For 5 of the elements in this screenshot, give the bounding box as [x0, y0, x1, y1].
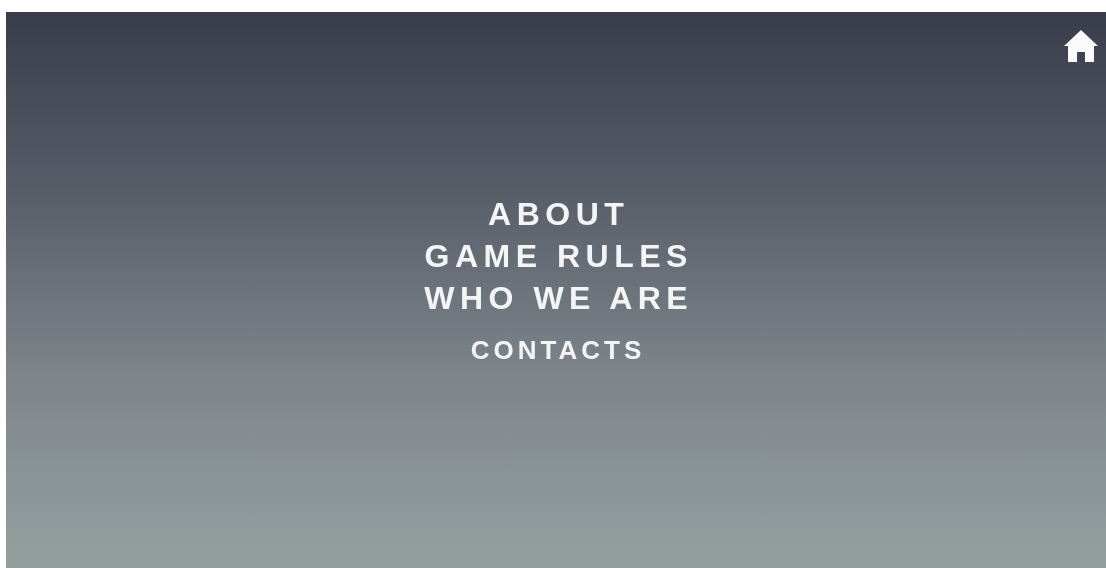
- menu-link[interactable]: GAME RULES: [424, 235, 693, 277]
- menu-link[interactable]: CONTACTS: [470, 333, 646, 367]
- home-icon[interactable]: [1063, 29, 1099, 63]
- menu-link[interactable]: ABOUT: [488, 193, 630, 235]
- menu-link[interactable]: WHO WE ARE: [424, 277, 694, 319]
